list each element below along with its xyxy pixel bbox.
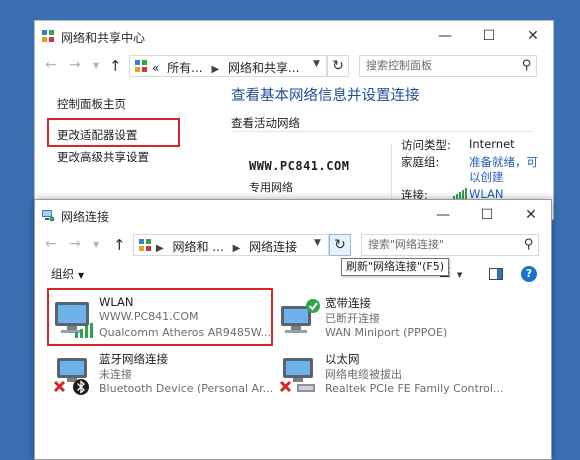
search-box[interactable]: ⚲ (361, 234, 539, 256)
signal-bars-icon (453, 188, 467, 199)
maximize-button[interactable]: ☐ (465, 200, 509, 230)
refresh-icon[interactable]: ↻ (327, 55, 349, 77)
refresh-icon[interactable]: ↻ (329, 234, 351, 256)
help-icon[interactable]: ? (521, 266, 537, 282)
title-bar[interactable]: 网络连接 — ☐ ✕ (35, 200, 551, 230)
minimize-button[interactable]: — (423, 21, 467, 51)
breadcrumb-item[interactable]: 所有... (167, 61, 202, 75)
breadcrumb-item[interactable]: 网络和共享... (228, 61, 299, 75)
divider (231, 131, 533, 132)
connection-device: Realtek PCIe FE Family Control... (325, 382, 504, 395)
close-button[interactable]: ✕ (509, 200, 551, 230)
breadcrumb: ▶ 网络和 ... ▶ 网络连接 (156, 238, 297, 255)
homegroup-value-continued[interactable]: 以创建 (469, 169, 504, 185)
connection-status: 未连接 (99, 368, 132, 381)
chevron-down-icon: ▼ (78, 271, 85, 280)
network-name: WWW.PC841.COM (249, 159, 350, 173)
broadband-network-icon (281, 299, 320, 333)
window-title: 网络连接 (61, 210, 110, 224)
network-sharing-center-window: 网络和共享中心 — ☐ ✕ ← → ▼ ↑ « 所有... ▶ 网络和共享...… (34, 20, 554, 220)
breadcrumb-separator-icon[interactable]: ▶ (156, 243, 164, 254)
maximize-button[interactable]: ☐ (467, 21, 511, 51)
connection-item-ethernet[interactable]: 以太网 网络电缆被拔出 Realtek PCIe FE Family Contr… (275, 348, 507, 400)
control-panel-icon (135, 60, 147, 72)
command-bar: 组织▼ ☰ ▼ ? (35, 262, 551, 286)
connection-device: WAN Miniport (PPPOE) (325, 326, 448, 339)
access-type-value: Internet (469, 137, 515, 151)
access-type-label: 访问类型: (401, 138, 451, 152)
network-type: 专用网络 (249, 181, 293, 194)
breadcrumb: « 所有... ▶ 网络和共享... (152, 59, 299, 76)
connection-status: 已断开连接 (325, 312, 380, 325)
network-connections-icon (42, 210, 55, 222)
search-icon[interactable]: ⚲ (524, 237, 534, 252)
preview-pane-icon[interactable] (489, 268, 503, 280)
page-title: 查看基本网络信息并设置连接 (231, 88, 420, 104)
recent-locations-chevron-icon[interactable]: ▼ (93, 61, 99, 70)
homegroup-value[interactable]: 准备就绪，可 (469, 154, 538, 170)
arrow-right-icon[interactable]: → (69, 236, 81, 252)
homegroup-label: 家庭组: (401, 155, 440, 169)
close-button[interactable]: ✕ (511, 21, 553, 51)
arrow-up-icon[interactable]: ↑ (113, 236, 126, 254)
active-networks-label: 查看活动网络 (231, 116, 300, 130)
change-adapter-settings-link[interactable]: 更改适配器设置 (57, 127, 138, 143)
breadcrumb-item[interactable]: 网络和 ... (173, 240, 224, 254)
bluetooth-network-icon (53, 358, 89, 395)
search-input[interactable] (366, 237, 516, 252)
control-panel-icon (42, 30, 54, 42)
search-icon[interactable]: ⚲ (522, 58, 532, 73)
navigation-bar: ← → ▼ ↑ ▶ 网络和 ... ▶ 网络连接 ▼ ↻ ⚲ (35, 230, 551, 260)
connection-device: Bluetooth Device (Personal Ar... (99, 382, 274, 395)
arrow-left-icon[interactable]: ← (45, 236, 57, 252)
breadcrumb-separator-icon[interactable]: ▶ (233, 243, 241, 254)
ethernet-network-icon (279, 358, 315, 393)
search-input[interactable] (364, 58, 514, 73)
navigation-bar: ← → ▼ ↑ « 所有... ▶ 网络和共享... ▼ ↻ ⚲ (35, 51, 553, 81)
highlight-box (47, 288, 273, 346)
recent-locations-chevron-icon[interactable]: ▼ (93, 240, 99, 249)
minimize-button[interactable]: — (421, 200, 465, 230)
arrow-up-icon[interactable]: ↑ (109, 57, 122, 75)
title-bar[interactable]: 网络和共享中心 — ☐ ✕ (35, 21, 553, 51)
connection-item-broadband[interactable]: 宽带连接 已断开连接 WAN Miniport (PPPOE) (275, 292, 507, 344)
arrow-right-icon[interactable]: → (69, 57, 81, 73)
search-box[interactable]: ⚲ (359, 55, 537, 77)
connection-name: 以太网 (325, 352, 360, 366)
address-bar[interactable]: ▶ 网络和 ... ▶ 网络连接 ▼ (133, 234, 329, 256)
chevron-down-icon[interactable]: ▼ (457, 271, 462, 279)
chevron-down-icon[interactable]: ▼ (313, 59, 320, 69)
control-panel-icon (139, 239, 151, 251)
connection-item-bluetooth[interactable]: 蓝牙网络连接 未连接 Bluetooth Device (Personal Ar… (49, 348, 281, 400)
breadcrumb-item[interactable]: 网络连接 (249, 240, 297, 254)
change-advanced-sharing-link[interactable]: 更改高级共享设置 (57, 149, 149, 165)
chevron-down-icon[interactable]: ▼ (314, 238, 321, 248)
organize-menu[interactable]: 组织 ▼ (51, 266, 84, 282)
breadcrumb-overflow[interactable]: « (152, 61, 159, 75)
connection-name: 宽带连接 (325, 296, 371, 310)
connection-status: 网络电缆被拔出 (325, 368, 402, 381)
control-panel-home-link[interactable]: 控制面板主页 (57, 96, 126, 112)
breadcrumb-separator-icon[interactable]: ▶ (211, 64, 219, 75)
window-title: 网络和共享中心 (61, 31, 146, 45)
network-connections-window: 网络连接 — ☐ ✕ ← → ▼ ↑ ▶ 网络和 ... ▶ 网络连接 ▼ ↻ … (34, 199, 552, 460)
connection-name: 蓝牙网络连接 (99, 352, 168, 366)
organize-label: 组织 (51, 267, 74, 281)
refresh-tooltip: 刷新"网络连接"(F5) (341, 258, 450, 276)
address-bar[interactable]: « 所有... ▶ 网络和共享... ▼ (129, 55, 327, 77)
arrow-left-icon[interactable]: ← (45, 57, 57, 73)
